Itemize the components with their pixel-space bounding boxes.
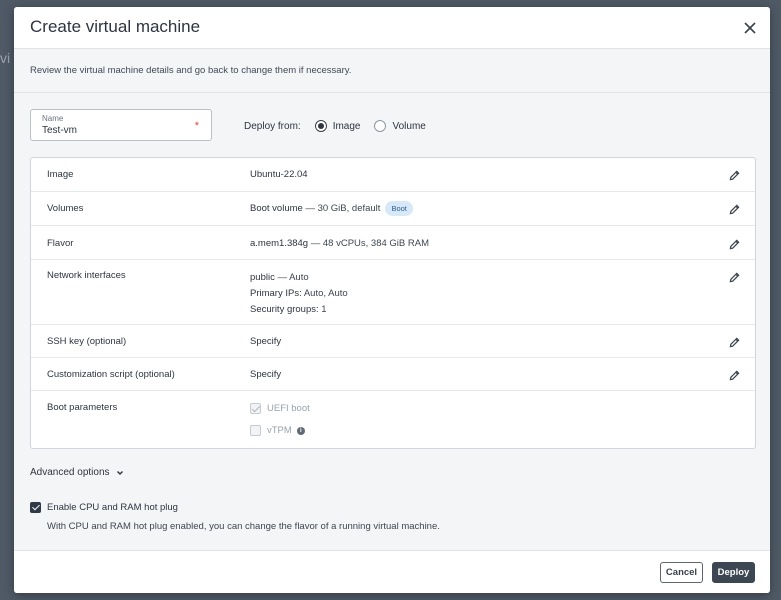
details-row-image: Image Ubuntu-22.04 <box>31 158 755 192</box>
hotplug-label: Enable CPU and RAM hot plug <box>47 502 178 513</box>
flavor-detail: — 48 vCPUs, 384 GiB RAM <box>308 238 429 249</box>
cancel-button[interactable]: Cancel <box>660 562 703 583</box>
volume-name: Boot volume <box>250 203 303 215</box>
edit-ssh-button[interactable] <box>727 335 741 349</box>
row-value-volumes: Boot volume — 30 GiB, default Boot <box>250 201 413 216</box>
chevron-down-icon <box>116 470 123 475</box>
details-row-script: Customization script (optional) Specify <box>31 358 755 391</box>
radio-unchecked-icon <box>374 120 387 132</box>
row-label-ssh: SSH key (optional) <box>47 336 127 347</box>
network-line-2: Primary IPs: Auto, Auto <box>250 286 348 302</box>
network-line-3: Security groups: 1 <box>250 302 348 318</box>
edit-network-button[interactable] <box>727 270 741 284</box>
network-detail: — Auto <box>274 272 309 283</box>
uefi-label: UEFI boot <box>267 403 310 414</box>
pencil-icon <box>729 170 739 180</box>
hotplug-description: With CPU and RAM hot plug enabled, you c… <box>47 521 440 532</box>
dialog-title: Create virtual machine <box>30 17 201 36</box>
close-button[interactable] <box>738 16 762 40</box>
details-row-ssh: SSH key (optional) Specify <box>31 325 755 358</box>
pencil-icon <box>729 337 739 347</box>
details-row-flavor: Flavor a.mem1.384g — 48 vCPUs, 384 GiB R… <box>31 226 755 260</box>
row-label-flavor: Flavor <box>47 238 74 249</box>
uefi-boot-option: UEFI boot <box>250 403 310 414</box>
details-row-boot: Boot parameters UEFI boot vTPM i <box>31 391 755 448</box>
deploy-from-group: Deploy from: Image Volume <box>244 120 426 132</box>
row-value-script: Specify <box>250 369 282 380</box>
deploy-from-label: Deploy from: <box>244 120 301 132</box>
network-name: public <box>250 272 275 283</box>
details-row-volumes: Volumes Boot volume — 30 GiB, default Boo… <box>31 192 755 226</box>
security-groups-label: Security groups: <box>250 304 319 315</box>
primary-ips-label: Primary IPs: <box>250 288 302 299</box>
advanced-options-label: Advanced options <box>30 467 110 478</box>
name-field-value[interactable]: Test-vm <box>42 125 77 136</box>
vtpm-label: vTPM <box>267 425 292 436</box>
uefi-checkbox <box>250 403 261 414</box>
edit-image-button[interactable] <box>727 168 741 182</box>
pencil-icon <box>729 239 739 249</box>
security-groups-value: 1 <box>318 304 327 315</box>
deploy-button[interactable]: Deploy <box>712 562 755 583</box>
edit-script-button[interactable] <box>727 368 741 382</box>
row-value-image: Ubuntu-22.04 <box>250 169 308 180</box>
advanced-options-toggle[interactable]: Advanced options <box>30 467 125 478</box>
row-value-flavor: a.mem1.384g — 48 vCPUs, 384 GiB RAM <box>250 238 429 249</box>
backdrop-text: vi <box>0 50 11 66</box>
edit-flavor-button[interactable] <box>727 237 741 251</box>
vtpm-option: vTPM i <box>250 425 305 436</box>
row-value-ssh: Specify <box>250 336 282 347</box>
dialog-subtitle: Review the virtual machine details and g… <box>30 65 352 76</box>
deploy-from-volume-radio[interactable]: Volume <box>374 120 426 132</box>
required-marker: * <box>194 120 199 132</box>
edit-volumes-button[interactable] <box>727 202 741 216</box>
flavor-name: a.mem1.384g <box>250 238 309 249</box>
details-row-network: Network interfaces public — Auto Primary… <box>31 260 755 325</box>
row-label-network: Network interfaces <box>47 270 126 281</box>
network-line-1: public — Auto <box>250 270 348 286</box>
radio-label-volume: Volume <box>392 120 426 132</box>
row-label-image: Image <box>47 169 74 180</box>
hotplug-checkbox[interactable] <box>30 502 41 513</box>
volume-detail: — 30 GiB, default <box>302 203 381 215</box>
row-value-network: public — Auto Primary IPs: Auto, Auto Se… <box>250 270 348 318</box>
primary-ips-value: Auto, Auto <box>301 288 348 299</box>
pencil-icon <box>729 272 739 282</box>
close-icon <box>744 22 756 34</box>
divider <box>14 92 770 93</box>
vm-details-table: Image Ubuntu-22.04 Volumes Boot volume —… <box>30 157 756 449</box>
radio-label-image: Image <box>332 120 361 132</box>
pencil-icon <box>729 370 739 380</box>
create-vm-dialog: Create virtual machine Review the virtua… <box>14 7 770 593</box>
pencil-icon <box>729 204 739 214</box>
name-field-label: Name <box>42 114 64 123</box>
name-field[interactable]: Name Test-vm * <box>30 109 212 141</box>
radio-checked-icon <box>314 120 327 132</box>
row-label-boot: Boot parameters <box>47 402 118 413</box>
info-icon[interactable]: i <box>296 426 305 435</box>
deploy-from-image-radio[interactable]: Image <box>314 120 361 132</box>
dialog-footer: Cancel Deploy <box>14 550 770 593</box>
vtpm-checkbox <box>250 425 261 436</box>
boot-badge: Boot <box>385 201 413 216</box>
row-label-volumes: Volumes <box>47 203 84 214</box>
row-label-script: Customization script (optional) <box>47 369 175 380</box>
dialog-header: Create virtual machine <box>14 7 770 49</box>
